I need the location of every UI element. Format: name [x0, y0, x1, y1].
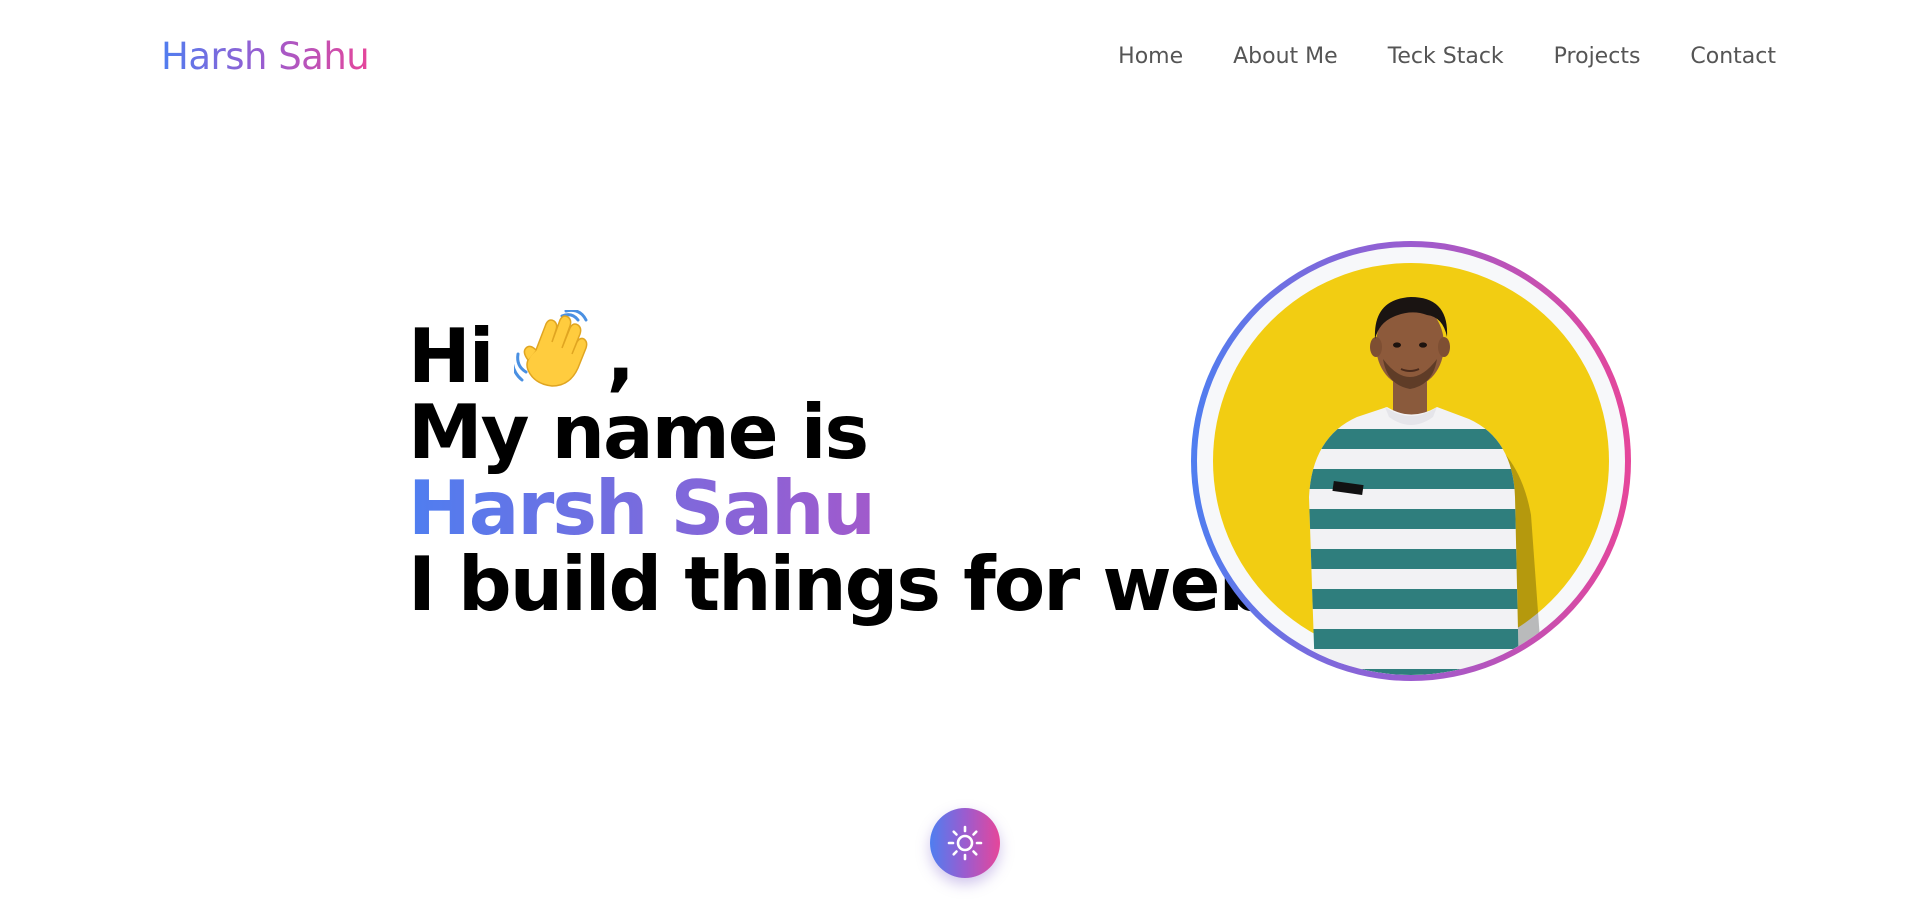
nav-tech-stack-link[interactable]: Teck Stack: [1388, 40, 1504, 74]
nav-home-link[interactable]: Home: [1118, 40, 1183, 74]
hero-greeting-line: Hi ,: [408, 310, 1270, 394]
hero-heading: Hi , My name is Harsh Sahu I build thing…: [408, 310, 1272, 628]
hero-name: Harsh Sahu: [408, 470, 1270, 546]
main-nav: Home About Me Teck Stack Projects Contac…: [1118, 40, 1776, 74]
site-header: Harsh Sahu Home About Me Teck Stack Proj…: [0, 0, 1920, 115]
hero-tagline: I build things for web: [408, 540, 1272, 628]
profile-avatar-ring: [1191, 241, 1631, 681]
hero-greeting: Hi: [408, 312, 494, 400]
nav-projects-link[interactable]: Projects: [1554, 40, 1641, 74]
waving-hand-icon: [514, 310, 588, 387]
hero-intro-line: My name is: [408, 388, 869, 476]
sun-icon: [947, 825, 983, 861]
nav-contact-link[interactable]: Contact: [1690, 40, 1776, 74]
theme-toggle-button[interactable]: [930, 808, 1000, 878]
profile-avatar: [1197, 247, 1625, 675]
hero-greeting-suffix: ,: [606, 312, 634, 400]
brand-logo[interactable]: Harsh Sahu: [161, 34, 370, 80]
nav-about-link[interactable]: About Me: [1233, 40, 1338, 74]
profile-photo: [1309, 297, 1543, 675]
